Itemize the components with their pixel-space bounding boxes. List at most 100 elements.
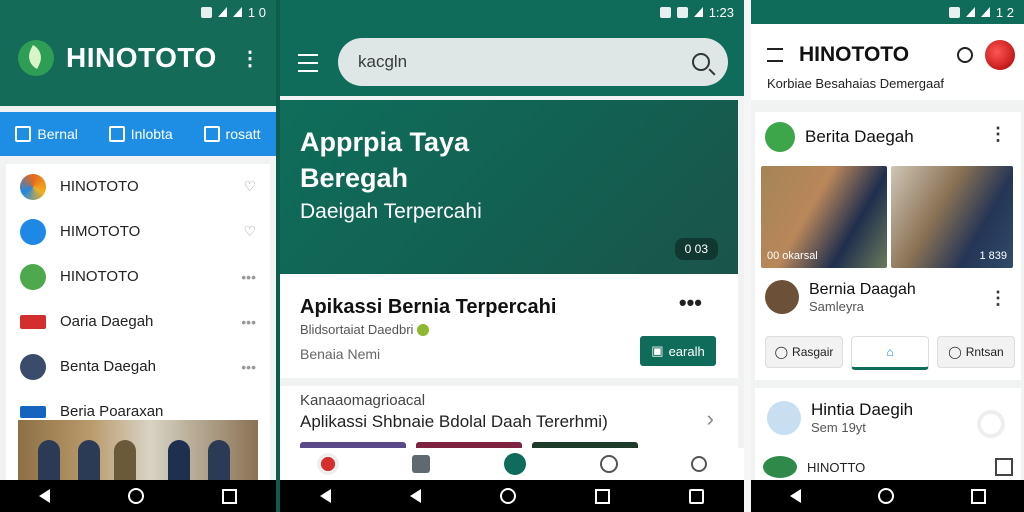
card-title: Aplikassi Shbnaie Bdolal Daah Tererhmi): [300, 412, 608, 431]
back-icon[interactable]: [409, 489, 421, 503]
book-icon[interactable]: [412, 455, 431, 473]
home-icon[interactable]: [499, 488, 516, 504]
chat-icon: ◯: [948, 345, 962, 359]
home-icon: ⌂: [886, 345, 894, 359]
app-screen-center: 1:23 kacgln Apprpia Taya Beregah Daeigah…: [280, 0, 744, 512]
news-photo[interactable]: 1 839: [891, 166, 1013, 268]
comment-icon: [203, 126, 220, 142]
search-icon[interactable]: [599, 455, 618, 473]
channel-subtitle: Sem 19yt: [811, 420, 866, 435]
author-name: Bernia Daagah: [809, 280, 916, 298]
more-options-icon[interactable]: ⋮: [989, 288, 1007, 309]
system-nav-bar: [280, 480, 744, 512]
home-icon[interactable]: [877, 488, 894, 504]
category-tabs: Bernal Inlobta rosatt: [0, 112, 276, 156]
status-bar: 1 0: [0, 0, 276, 24]
hero-subtitle: Daeigah Terpercahi: [300, 200, 482, 223]
tab-inlobta[interactable]: Inlobta: [108, 126, 173, 142]
recents-icon[interactable]: [689, 488, 705, 504]
photo-caption: 1 839: [979, 250, 1007, 262]
alarm-icon: [659, 6, 671, 18]
search-icon[interactable]: [957, 47, 973, 63]
card-tag: Benaia Nemi: [300, 346, 381, 362]
chevron-right-icon[interactable]: ›: [707, 406, 714, 432]
app-brand: HINOTOTO: [66, 42, 217, 73]
divider: [744, 0, 751, 512]
alarm-icon: [948, 6, 960, 18]
list-item[interactable]: Oaria Daegah •••: [6, 299, 270, 344]
more-options-icon[interactable]: ⋮: [240, 46, 260, 71]
app-screen-right: 1 2 HINOTOTO Korbiae Besahaias Demergaaf…: [751, 0, 1024, 512]
photo-caption: 00 okarsal: [767, 250, 818, 262]
app-screen-left: 1 0 HINOTOTO ⋮ Bernal Inlobta rosatt HIN…: [0, 0, 276, 512]
search-input[interactable]: kacgln: [358, 52, 407, 72]
divider: [276, 0, 280, 512]
heart-icon[interactable]: ♡: [243, 223, 256, 240]
search-icon[interactable]: [692, 53, 710, 71]
signal-icon: [980, 7, 990, 17]
action-button[interactable]: ◯ Rasgair: [765, 336, 843, 368]
header-subtitle: Korbiae Besahaias Demergaaf: [767, 76, 945, 91]
status-time: 1 2: [995, 4, 1014, 20]
warning-icon: [15, 126, 32, 142]
recents-icon[interactable]: [970, 488, 986, 504]
action-row: ◯ Rasgair ⌂ ◯ Rntsan: [765, 336, 1015, 370]
status-bar: 1:23: [280, 0, 744, 24]
system-nav-bar: [751, 480, 1024, 512]
list-item[interactable]: HINOTOTO ♡: [6, 164, 270, 209]
back-icon[interactable]: [39, 489, 50, 503]
system-nav-bar: [0, 480, 276, 512]
category-icon: [765, 122, 795, 152]
avatar[interactable]: [985, 40, 1015, 70]
record-icon[interactable]: [977, 410, 1005, 438]
profile-icon[interactable]: [316, 453, 339, 475]
more-icon[interactable]: •••: [679, 290, 702, 316]
account-icon[interactable]: [691, 456, 708, 472]
action-button[interactable]: ⌂: [851, 336, 929, 370]
back-icon[interactable]: [319, 489, 331, 503]
action-button[interactable]: ▣ earalh: [640, 336, 716, 366]
bookmark-icon[interactable]: [995, 458, 1013, 476]
channel-avatar-icon: [20, 173, 46, 200]
list-item[interactable]: HIMOTOTO ♡: [6, 209, 270, 254]
action-button[interactable]: ◯ Rntsan: [937, 336, 1015, 368]
recents-icon[interactable]: [595, 488, 611, 504]
more-icon[interactable]: •••: [241, 359, 256, 375]
news-photo[interactable]: 00 okarsal: [761, 166, 887, 268]
verified-icon: [417, 323, 430, 336]
channel-avatar-icon: [20, 353, 46, 380]
heart-icon[interactable]: ♡: [243, 178, 256, 195]
more-options-icon[interactable]: ⋮: [989, 124, 1007, 145]
signal-icon: [232, 7, 242, 17]
hamburger-menu-icon[interactable]: [767, 48, 783, 62]
list-item[interactable]: HINOTOTO •••: [6, 254, 270, 299]
wifi-icon: [965, 7, 975, 17]
channel-avatar-icon: [20, 263, 46, 290]
channel-avatar-icon: [20, 405, 46, 418]
hero-badge: 0 03: [674, 238, 718, 260]
home-icon[interactable]: [128, 488, 144, 504]
home-tab-icon[interactable]: [503, 453, 526, 475]
notification-icon: [676, 6, 688, 18]
more-icon[interactable]: •••: [241, 314, 256, 330]
back-icon[interactable]: [789, 489, 801, 503]
hero-banner[interactable]: Apprpia Taya Beregah Daeigah Terpercahi …: [280, 100, 738, 274]
archive-icon: ▣: [651, 343, 664, 358]
tab-bernal[interactable]: Bernal: [15, 126, 78, 142]
author-avatar[interactable]: [765, 280, 799, 314]
author-subtitle: Samleyra: [809, 298, 864, 314]
app-logo-icon: [763, 456, 797, 478]
list-item[interactable]: Benta Daegah •••: [6, 344, 270, 389]
app-card[interactable]: Apikassi Bernia Terpercahi ••• Blidsorta…: [280, 274, 738, 378]
recents-icon[interactable]: [222, 488, 237, 504]
hero-title: Apprpia Taya Beregah: [300, 127, 470, 193]
app-logo-icon: [18, 40, 54, 76]
channel-name: Hintia Daegih: [811, 400, 914, 419]
more-icon[interactable]: •••: [241, 269, 256, 285]
news-photo[interactable]: [18, 420, 258, 480]
news-card[interactable]: Berita Daegah ⋮ 00 okarsal 1 839 Bernia …: [755, 112, 1021, 380]
hamburger-menu-icon[interactable]: [298, 54, 318, 72]
channel-logo-icon: [767, 400, 801, 435]
search-bar[interactable]: kacgln: [338, 38, 728, 86]
tab-rosatt[interactable]: rosatt: [203, 126, 261, 142]
